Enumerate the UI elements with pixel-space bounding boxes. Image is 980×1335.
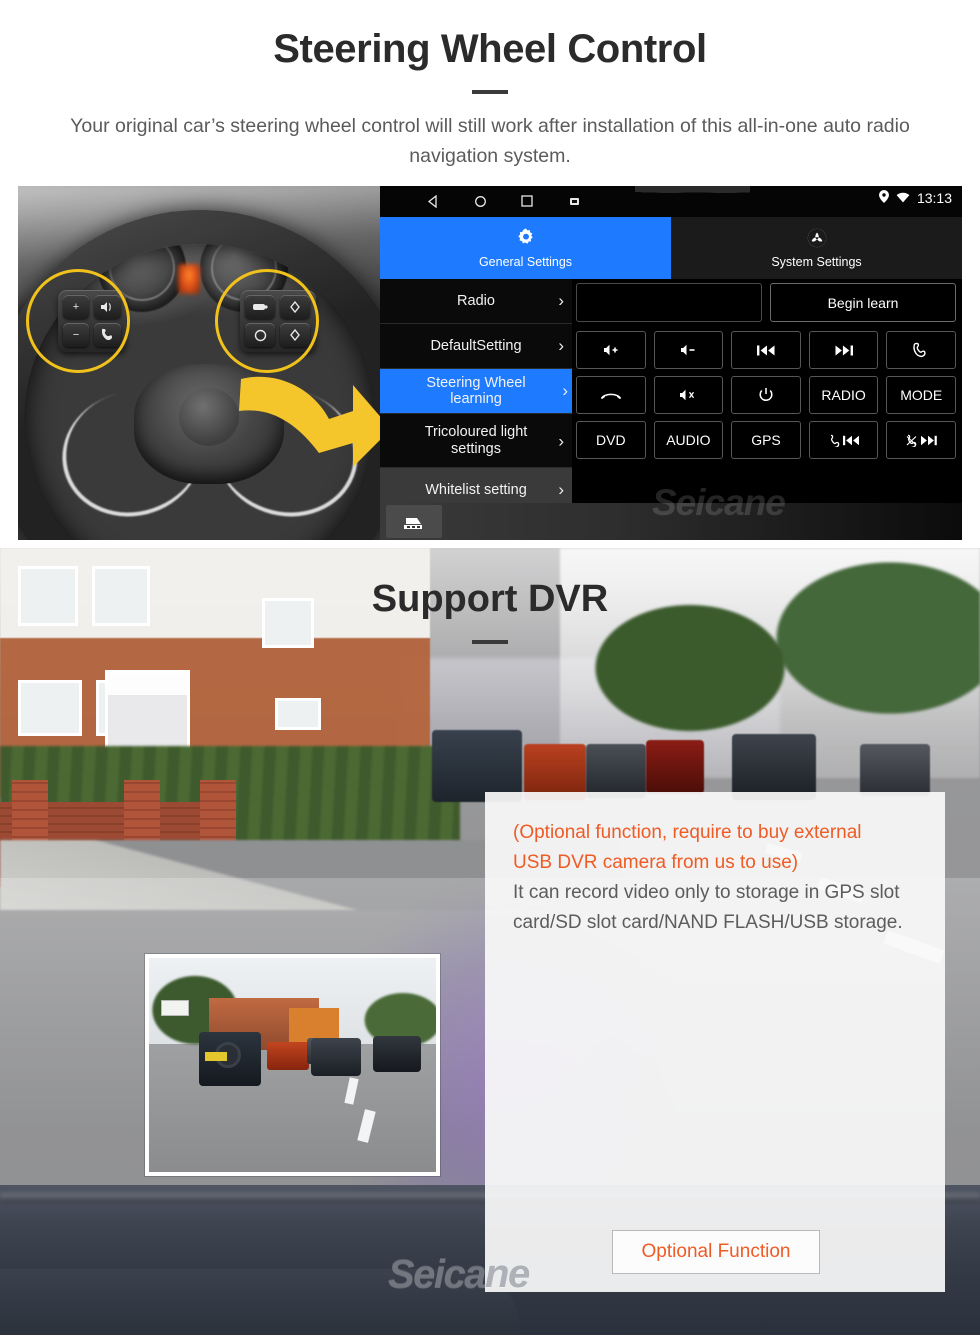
chevron-right-icon: › bbox=[558, 431, 564, 450]
android-nav-bar bbox=[424, 192, 583, 210]
phone-reject-next-icon bbox=[906, 434, 937, 447]
key-mode[interactable]: MODE bbox=[886, 376, 956, 414]
steering-wheel-learning-pane: Begin learn RADIO MODE DVD AUDIO GPS bbox=[572, 279, 962, 540]
key-previous-track[interactable] bbox=[731, 331, 801, 369]
key-gps[interactable]: GPS bbox=[731, 421, 801, 459]
chevron-right-icon: › bbox=[562, 381, 568, 400]
section-2-title-divider bbox=[472, 640, 508, 644]
menu-item-tricoloured-light-settings[interactable]: Tricoloured light settings › bbox=[380, 414, 572, 468]
status-bar-right: 13:13 bbox=[878, 190, 952, 206]
key-phone-answer[interactable] bbox=[886, 331, 956, 369]
menu-item-steering-wheel-learning[interactable]: Steering Wheel learning › bbox=[380, 369, 572, 414]
learning-top-row: Begin learn bbox=[576, 283, 956, 322]
dvr-recording-preview bbox=[145, 954, 440, 1176]
key-phone-reject-next[interactable] bbox=[886, 421, 956, 459]
parked-car bbox=[586, 744, 646, 798]
title-divider bbox=[472, 90, 508, 94]
tab-general-settings-label: General Settings bbox=[478, 255, 573, 269]
preview-front-car bbox=[311, 1038, 361, 1076]
volume-up-icon bbox=[603, 344, 618, 356]
menu-item-radio-label: Radio bbox=[457, 293, 495, 309]
begin-learn-button[interactable]: Begin learn bbox=[770, 283, 956, 322]
tab-system-settings-label: System Settings bbox=[771, 255, 862, 269]
page-root: Steering Wheel Control Your original car… bbox=[0, 0, 980, 1335]
head-unit-screen: 13:13 General Settings System Settings R… bbox=[380, 186, 962, 540]
head-unit-tabs: General Settings System Settings bbox=[380, 217, 962, 279]
key-phone-previous[interactable] bbox=[808, 421, 879, 459]
wifi-icon bbox=[896, 190, 910, 206]
previous-track-icon bbox=[756, 345, 775, 355]
key-power[interactable] bbox=[731, 376, 801, 414]
chevron-right-icon: › bbox=[558, 336, 564, 355]
dvr-info-body: It can record video only to storage in G… bbox=[513, 882, 903, 933]
phone-hangup-icon bbox=[600, 393, 621, 399]
menu-item-default-setting[interactable]: DefaultSetting › bbox=[380, 324, 572, 369]
phone-answer-icon bbox=[912, 342, 926, 357]
menu-item-whitelist-setting-label: Whitelist setting bbox=[425, 482, 527, 498]
preview-red-car bbox=[267, 1042, 309, 1070]
page-title: Steering Wheel Control bbox=[273, 27, 707, 71]
callout-arrow bbox=[233, 371, 383, 471]
optional-function-button[interactable]: Optional Function bbox=[612, 1230, 820, 1274]
status-bar-notch bbox=[635, 186, 750, 194]
android-system-icon bbox=[806, 227, 828, 252]
preview-sign bbox=[161, 1000, 189, 1016]
highlight-circle-right bbox=[215, 269, 319, 373]
learn-input-field[interactable] bbox=[576, 283, 762, 322]
screenshot-icon[interactable] bbox=[565, 192, 583, 210]
preview-licence-plate bbox=[205, 1052, 227, 1061]
dashboard-vent bbox=[0, 1269, 520, 1335]
dvr-info-highlight-line-2: USB DVR camera from us to use) bbox=[513, 852, 799, 873]
key-volume-down[interactable] bbox=[653, 331, 724, 369]
next-track-icon bbox=[835, 345, 853, 355]
location-pin-icon bbox=[878, 190, 889, 206]
dvr-info-box: (Optional function, require to buy exter… bbox=[485, 792, 945, 1292]
section-1-header: Steering Wheel Control Your original car… bbox=[0, 0, 980, 185]
power-icon bbox=[759, 388, 773, 402]
preview-black-car bbox=[373, 1036, 421, 1072]
parked-grey-car bbox=[732, 734, 816, 800]
home-circle-icon[interactable] bbox=[471, 192, 489, 210]
menu-item-radio[interactable]: Radio › bbox=[380, 279, 572, 324]
key-volume-mute[interactable] bbox=[653, 376, 724, 414]
highlight-circle-left bbox=[26, 269, 130, 373]
car-app-icon[interactable] bbox=[386, 505, 442, 538]
back-triangle-icon[interactable] bbox=[424, 192, 442, 210]
volume-down-icon bbox=[681, 344, 695, 356]
steering-wheel-photo: + − bbox=[18, 186, 383, 540]
menu-item-steering-wheel-learning-label: Steering Wheel learning bbox=[426, 375, 526, 407]
dvr-info-highlight-line-1: (Optional function, require to buy exter… bbox=[513, 822, 862, 843]
volume-mute-icon bbox=[679, 389, 694, 401]
recents-square-icon[interactable] bbox=[518, 192, 536, 210]
dvr-info-text: (Optional function, require to buy exter… bbox=[513, 818, 925, 938]
parked-car bbox=[860, 744, 930, 796]
menu-item-default-setting-label: DefaultSetting bbox=[430, 338, 522, 354]
house-window bbox=[275, 698, 321, 730]
key-volume-up[interactable] bbox=[576, 331, 646, 369]
gear-icon bbox=[515, 227, 537, 252]
status-bar-clock: 13:13 bbox=[916, 190, 952, 206]
menu-item-tricoloured-light-settings-label: Tricoloured light settings bbox=[424, 423, 528, 457]
key-phone-hangup[interactable] bbox=[576, 376, 646, 414]
key-dvd[interactable]: DVD bbox=[576, 421, 646, 459]
key-radio[interactable]: RADIO bbox=[808, 376, 879, 414]
tab-system-settings[interactable]: System Settings bbox=[671, 217, 962, 279]
key-audio[interactable]: AUDIO bbox=[653, 421, 724, 459]
parked-car bbox=[646, 740, 704, 794]
chevron-right-icon: › bbox=[558, 480, 564, 499]
phone-prev-icon bbox=[830, 434, 859, 447]
tab-general-settings[interactable]: General Settings bbox=[380, 217, 671, 279]
head-unit-taskbar bbox=[380, 503, 962, 540]
android-status-bar: 13:13 bbox=[380, 186, 962, 217]
steering-wheel-composite-image: + − 13:13 General Settings System Settin… bbox=[18, 186, 962, 540]
settings-menu-list: Radio › DefaultSetting › Steering Wheel … bbox=[380, 279, 572, 513]
chevron-right-icon: › bbox=[558, 291, 564, 310]
key-next-track[interactable] bbox=[808, 331, 879, 369]
section-2-title: Support DVR bbox=[371, 578, 609, 620]
head-unit-body: Radio › DefaultSetting › Steering Wheel … bbox=[380, 279, 962, 540]
page-subtitle: Your original car’s steering wheel contr… bbox=[70, 115, 910, 167]
house-window bbox=[18, 680, 82, 736]
swc-function-grid: RADIO MODE DVD AUDIO GPS bbox=[576, 331, 956, 459]
